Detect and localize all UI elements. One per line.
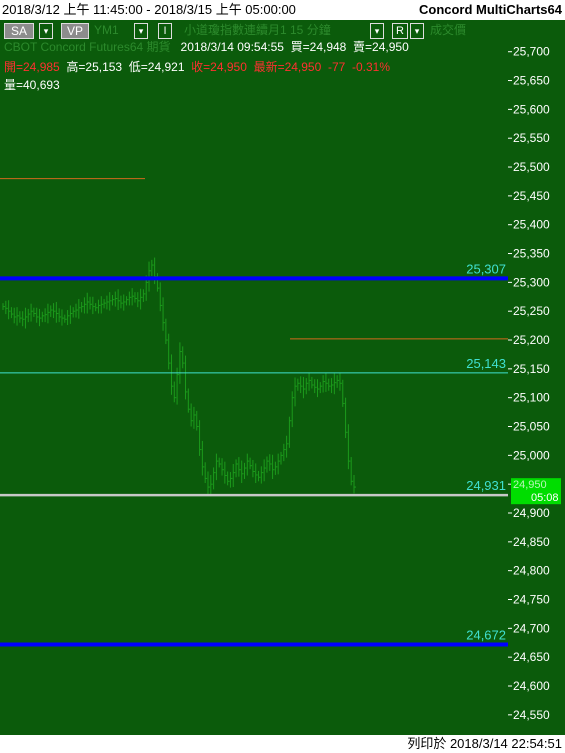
vp-button[interactable]: VP: [61, 23, 89, 39]
level-label: 25,307: [466, 261, 506, 276]
y-tick-label: 24,800: [513, 564, 550, 578]
price-change-pct: -0.31%: [351, 60, 390, 74]
instrument-description: 小道瓊指數連續月1 15 分鐘: [184, 23, 331, 37]
sa-dropdown-icon[interactable]: ▾: [39, 23, 53, 39]
app-name: Concord MultiCharts64: [418, 2, 562, 17]
y-tick-label: 25,150: [513, 362, 550, 376]
price-chart[interactable]: 25,307 25,143 24,931 24,672 25,700 25,650 25,6…: [0, 20, 565, 735]
y-tick-label: 25,650: [513, 74, 550, 88]
y-tick-label: 24,750: [513, 592, 550, 606]
close-price: 收=24,950: [191, 60, 247, 74]
price-type-label: 成交價: [430, 23, 467, 37]
menu-dropdown-icon[interactable]: ▾: [370, 23, 384, 39]
level-label: 25,143: [466, 356, 506, 371]
y-tick-label: 24,850: [513, 535, 550, 549]
price-change: -77: [327, 60, 346, 74]
y-tick-label: 25,700: [513, 45, 550, 59]
y-tick-label: 25,500: [513, 160, 550, 174]
quote-datetime: 2018/3/14 09:54:55: [180, 40, 284, 54]
title-bar: 2018/3/12 上午 11:45:00 - 2018/3/15 上午 05:…: [0, 0, 565, 20]
bar-countdown-label: 05:08: [531, 492, 559, 504]
sa-button[interactable]: SA: [4, 23, 34, 39]
y-tick-label: 25,600: [513, 102, 550, 116]
y-tick-label: 25,100: [513, 391, 550, 405]
y-tick-label: 25,300: [513, 275, 550, 289]
y-tick-label: 25,050: [513, 420, 550, 434]
y-tick-label: 25,450: [513, 189, 550, 203]
y-tick-label: 24,900: [513, 506, 550, 520]
symbol-dropdown-icon[interactable]: ▾: [134, 23, 148, 39]
high-price: 高=25,153: [66, 60, 123, 74]
chart-range-title: 2018/3/12 上午 11:45:00 - 2018/3/15 上午 05:…: [2, 2, 296, 17]
open-price: 開=24,985: [4, 60, 60, 74]
volume-value: 量=40,693: [4, 78, 60, 92]
bid-price: 買=24,948: [290, 40, 347, 54]
r-dropdown-icon[interactable]: ▾: [410, 23, 424, 39]
y-tick-label: 25,550: [513, 131, 550, 145]
y-tick-label: 25,200: [513, 333, 550, 347]
y-tick-label: 25,350: [513, 247, 550, 261]
y-tick-label: 25,400: [513, 218, 550, 232]
y-tick-label: 24,600: [513, 679, 550, 693]
last-price-label: 24,950: [513, 479, 547, 491]
low-price: 低=24,921: [128, 60, 185, 74]
symbol-label: YM1: [94, 23, 119, 37]
y-tick-label: 25,000: [513, 448, 550, 462]
quote-row-3: 量=40,693: [4, 78, 60, 92]
y-tick-label: 24,550: [513, 708, 550, 722]
r-button[interactable]: R: [392, 23, 408, 39]
footer: 列印於 2018/3/14 22:54:51: [0, 735, 565, 753]
last-price: 最新=24,950: [253, 60, 322, 74]
chart-area[interactable]: 25,307 25,143 24,931 24,672 25,700 25,650 25,6…: [0, 20, 565, 735]
quote-row-1: CBOT Concord Futures64 期貨 2018/3/14 09:5…: [4, 40, 409, 54]
y-tick-label: 25,250: [513, 304, 550, 318]
y-tick-label: 24,700: [513, 621, 550, 635]
level-label: 24,931: [466, 478, 506, 493]
quote-row-2: 開=24,985 高=25,153 低=24,921 收=24,950 最新=2…: [4, 60, 390, 74]
level-label: 24,672: [466, 627, 506, 642]
printed-timestamp: 列印於 2018/3/14 22:54:51: [407, 736, 562, 751]
y-tick-label: 24,650: [513, 650, 550, 664]
ask-price: 賣=24,950: [353, 40, 409, 54]
indicator-button[interactable]: I: [158, 23, 172, 39]
exchange-label: CBOT Concord Futures64 期貨: [4, 40, 171, 54]
